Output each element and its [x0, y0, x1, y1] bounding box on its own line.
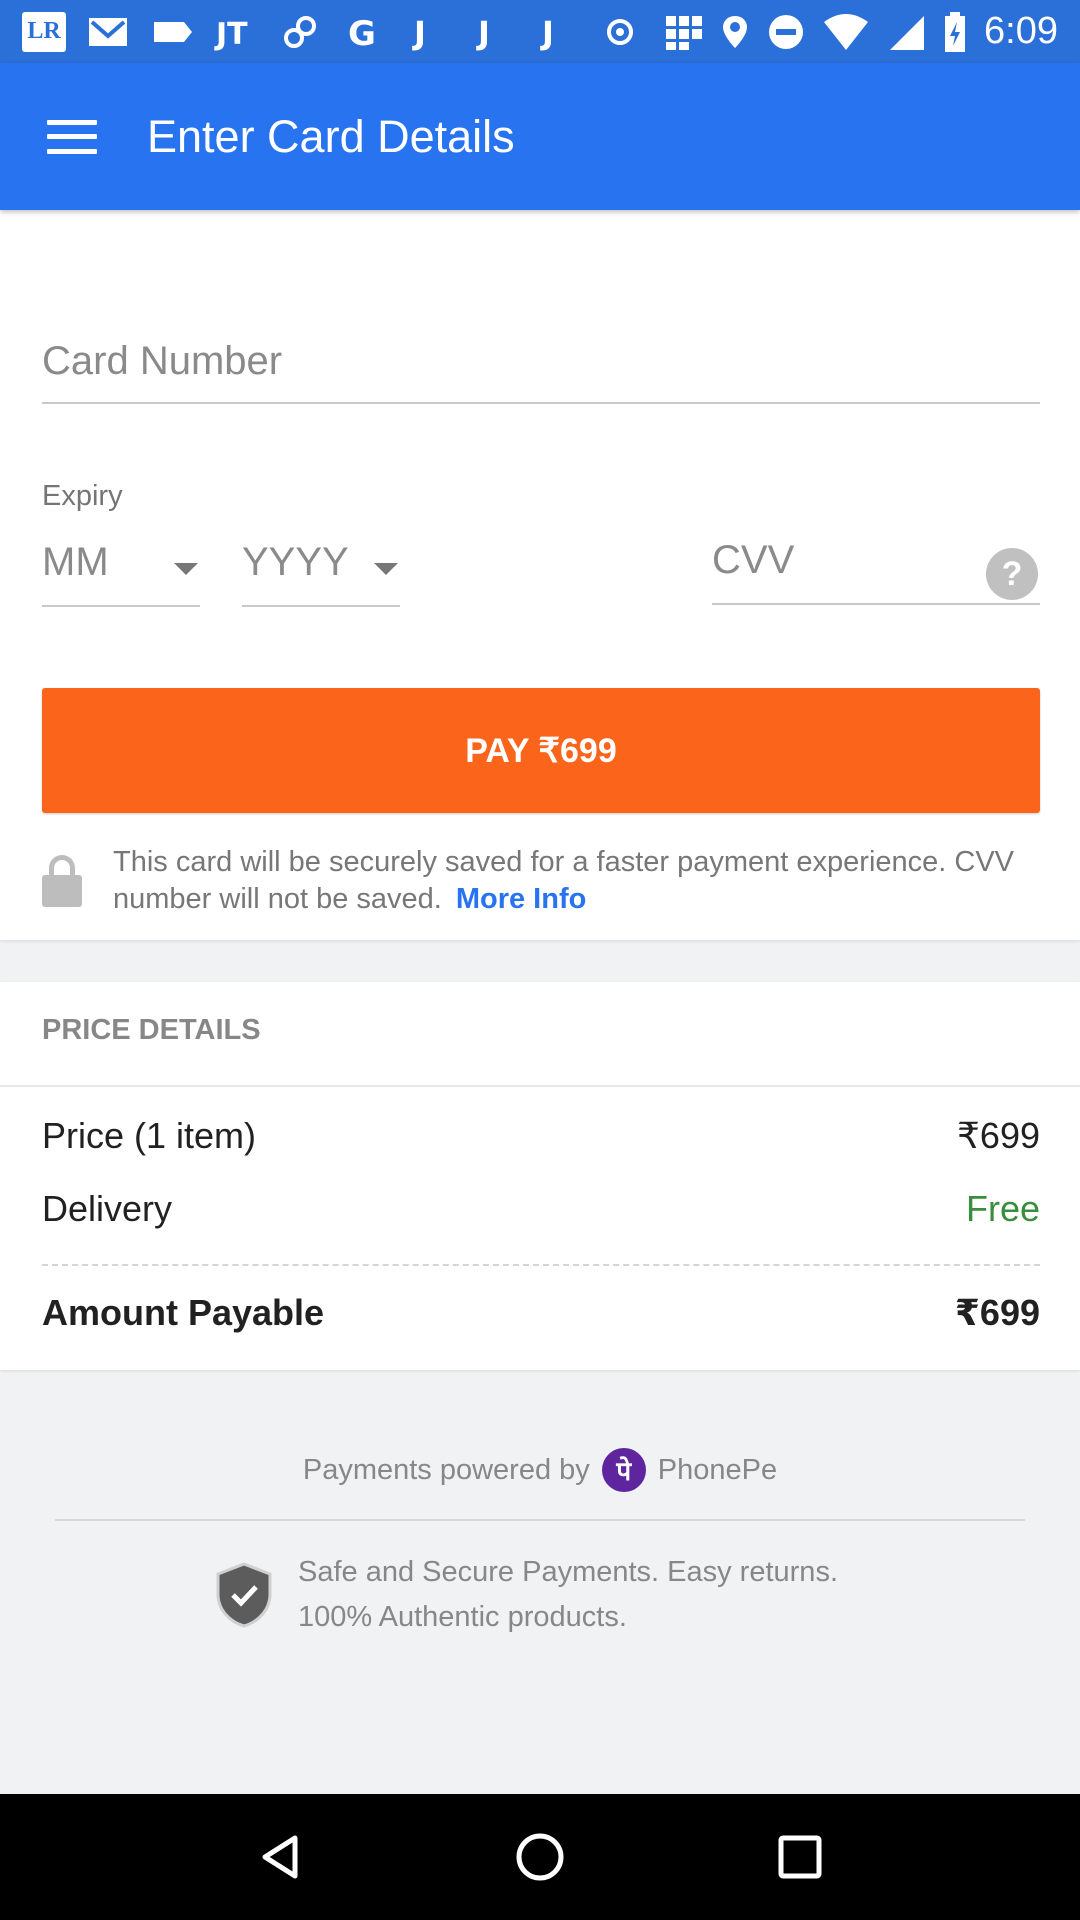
phonepe-name: PhonePe — [657, 1453, 778, 1486]
svg-text:JT: JT — [214, 17, 248, 52]
j-icon: J — [476, 14, 490, 52]
dnd-icon — [769, 14, 804, 49]
expiry-month-dropdown[interactable]: MM — [42, 532, 200, 607]
safe-line-2: 100% Authentic products. — [298, 1601, 627, 1633]
amount-payable-row: Amount Payable ₹699 — [42, 1292, 1040, 1334]
delivery-label: Delivery — [42, 1188, 173, 1229]
google-icon: G — [348, 14, 376, 52]
android-nav-bar — [0, 1794, 1080, 1920]
powered-by: Payments powered by पे PhonePe — [0, 1448, 1080, 1492]
card-details-form: Card Number Expiry MM YYYY CVV ? PAY ₹69… — [0, 210, 1080, 940]
powered-by-text: Payments powered by — [302, 1453, 590, 1486]
lock-icon — [42, 855, 82, 907]
shield-check-icon — [216, 1562, 272, 1628]
divider — [0, 1085, 1080, 1087]
link-icon — [284, 15, 316, 48]
home-icon[interactable] — [510, 1827, 570, 1887]
safe-secure-note: Safe and Secure Payments. Easy returns. … — [298, 1550, 838, 1640]
system-icons: 6:09 — [720, 10, 1058, 54]
amount-payable-value: ₹699 — [954, 1292, 1040, 1333]
cvv-input[interactable]: CVV ? — [712, 530, 1040, 605]
secure-save-note: This card will be securely saved for a f… — [113, 844, 1053, 918]
price-row: Price (1 item) ₹699 — [42, 1115, 1040, 1157]
app-bar: Enter Card Details — [0, 63, 1080, 210]
signal-icon — [890, 15, 925, 50]
jt-icon: JT — [214, 17, 248, 52]
expiry-year-dropdown[interactable]: YYYY — [242, 532, 400, 607]
battery-icon — [945, 11, 966, 52]
price-label: Price (1 item) — [42, 1115, 257, 1156]
caret-down-icon — [374, 563, 398, 575]
caret-down-icon — [174, 563, 198, 575]
gmail-icon — [89, 17, 127, 46]
cvv-placeholder: CVV — [712, 538, 795, 582]
card-number-placeholder: Card Number — [42, 339, 283, 383]
pay-button[interactable]: PAY ₹699 — [42, 688, 1040, 813]
svg-text:J: J — [412, 14, 426, 52]
svg-text:J: J — [476, 14, 490, 52]
page-title: Enter Card Details — [147, 110, 515, 162]
svg-text:G: G — [348, 14, 376, 52]
record-icon — [607, 18, 633, 45]
delivery-row: Delivery Free — [42, 1188, 1040, 1230]
expiry-year-value: YYYY — [242, 540, 349, 584]
lr-icon: LR — [22, 11, 66, 52]
expiry-label: Expiry — [42, 480, 123, 512]
clock: 6:09 — [984, 10, 1058, 52]
price-details-panel: PRICE DETAILS Price (1 item) ₹699 Delive… — [0, 982, 1080, 1370]
dashed-divider — [42, 1264, 1040, 1266]
notification-icons: LR JT G J J J — [22, 11, 720, 52]
j-icon: J — [412, 14, 426, 52]
price-details-heading: PRICE DETAILS — [42, 1014, 261, 1046]
back-icon[interactable] — [250, 1827, 310, 1887]
j-icon: J — [540, 14, 554, 52]
grid-icon — [666, 15, 702, 50]
tag-icon — [154, 21, 192, 42]
delivery-value: Free — [965, 1188, 1040, 1229]
help-icon[interactable]: ? — [986, 548, 1038, 600]
svg-text:J: J — [540, 14, 554, 52]
location-icon — [723, 15, 748, 48]
more-info-link[interactable]: More Info — [456, 883, 587, 915]
card-number-input[interactable]: Card Number — [42, 320, 1040, 404]
recents-icon[interactable] — [770, 1827, 830, 1887]
amount-payable-label: Amount Payable — [42, 1292, 325, 1333]
expiry-month-value: MM — [42, 540, 109, 584]
hamburger-menu-icon[interactable] — [47, 119, 97, 154]
status-bar: LR JT G J J J 6:09 — [0, 0, 1080, 63]
phonepe-logo-icon: पे — [601, 1448, 646, 1492]
wifi-icon — [824, 13, 869, 50]
price-value: ₹699 — [957, 1115, 1040, 1156]
divider — [55, 1519, 1025, 1521]
safe-line-1: Safe and Secure Payments. Easy returns. — [298, 1556, 838, 1588]
